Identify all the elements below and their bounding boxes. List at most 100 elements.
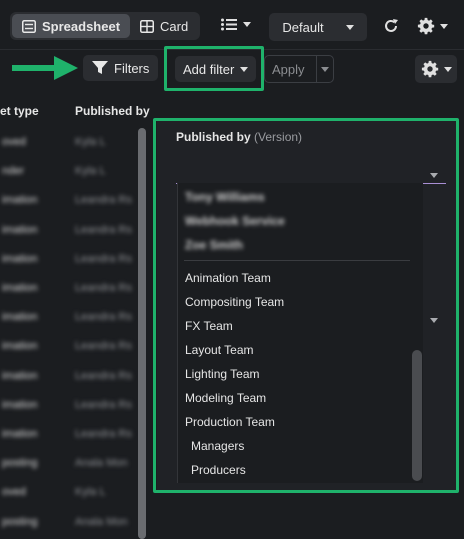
cell-type: oved (2, 486, 26, 499)
spreadsheet-icon (22, 19, 36, 33)
filter-field-name: Published by (176, 130, 251, 144)
cell-type: imation (2, 223, 38, 236)
dropdown-option-fx-team[interactable]: FX Team (185, 319, 233, 333)
cell-type: imation (2, 428, 38, 440)
cell-type: posting (2, 515, 38, 528)
chevron-down-icon (430, 173, 438, 178)
dropdown-scrollbar[interactable] (412, 350, 422, 481)
table-row[interactable]: oved Kyla L (0, 478, 140, 508)
filters-button[interactable]: Filters (83, 55, 159, 81)
chevron-down-icon (430, 318, 438, 323)
top-toolbar: Spreadsheet Card Default (0, 0, 464, 50)
card-view-label: Card (160, 18, 189, 34)
cell-type: imation (2, 398, 38, 411)
add-filter-button[interactable]: Add filter (175, 56, 257, 82)
cell-published-by: Leandra Rs (75, 223, 132, 236)
table-row[interactable]: imation Leandra Rs (0, 303, 140, 333)
table-header: et type Published by (0, 100, 155, 122)
table-scrollbar[interactable] (138, 128, 146, 539)
list-icon (221, 18, 237, 31)
dropdown-option-managers[interactable]: Managers (191, 439, 244, 453)
table-row[interactable]: posting Anala Mon (0, 449, 140, 479)
filter-settings-button[interactable] (415, 55, 457, 83)
column-header-published-by[interactable]: Published by (75, 104, 150, 118)
dropdown-option-animation-team[interactable]: Animation Team (185, 271, 271, 285)
gear-icon (417, 17, 435, 35)
dropdown-divider (184, 260, 410, 261)
cell-published-by: Kyla L (75, 486, 106, 499)
table-row[interactable]: imation Leandra Rs (0, 332, 140, 362)
refresh-icon (385, 19, 398, 32)
table-row[interactable]: imation Leandra Rs (0, 245, 140, 275)
filter-field-entity: (Version) (254, 130, 303, 144)
table-row[interactable]: imation Leandra Rs (0, 362, 140, 392)
add-filter-label: Add filter (183, 61, 235, 77)
chevron-down-icon (345, 24, 354, 30)
cell-published-by: Leandra Rs (75, 311, 132, 324)
cell-published-by: Leandra Rs (75, 398, 132, 411)
cell-published-by: Leandra Rs (75, 340, 132, 353)
dropdown-option[interactable]: Webhook Service (185, 214, 285, 228)
table-row[interactable]: imation Leandra Rs (0, 186, 140, 216)
cell-type: oved (2, 136, 26, 148)
filter-field-label: Published by (Version) (176, 130, 302, 144)
chevron-down-icon (321, 66, 329, 72)
preset-select[interactable]: Default (269, 13, 367, 41)
cell-type: posting (2, 457, 38, 470)
chevron-down-icon (440, 23, 448, 29)
dropdown-option-lighting-team[interactable]: Lighting Team (185, 367, 260, 381)
settings-menu-button[interactable] (417, 17, 448, 35)
cell-type: imation (2, 252, 38, 265)
spreadsheet-view-button[interactable]: Spreadsheet (12, 14, 131, 38)
table-row[interactable]: imation Leandra Rs (0, 274, 140, 304)
cell-type: imation (2, 369, 38, 382)
cell-published-by: Kyla L (75, 165, 106, 178)
dropdown-option-producers[interactable]: Producers (191, 463, 246, 477)
cell-published-by: Leandra Rs (75, 194, 132, 207)
table-row[interactable]: nder Kyla L (0, 157, 140, 187)
filter-funnel-icon (92, 61, 108, 74)
spreadsheet-view-label: Spreadsheet (42, 18, 121, 34)
apply-button[interactable]: Apply (264, 55, 334, 83)
cell-type: imation (2, 311, 38, 324)
cell-type: imation (2, 340, 38, 353)
view-toggle: Spreadsheet Card (10, 12, 201, 40)
cell-published-by: Anala Mon (75, 457, 128, 470)
dropdown-option-modeling-team[interactable]: Modeling Team (185, 391, 266, 405)
published-by-dropdown: Tony Williams Webhook Service Zoe Smith … (177, 183, 423, 483)
table-row[interactable]: oved Kyla L (0, 128, 140, 158)
cell-published-by: Leandra Rs (75, 252, 132, 265)
dropdown-option-production-team[interactable]: Production Team (185, 415, 275, 429)
secondary-select-toggle[interactable] (430, 310, 438, 328)
table-row[interactable]: imation Leandra Rs (0, 420, 140, 450)
dropdown-option[interactable]: Tony Williams (185, 190, 265, 204)
cell-type: imation (2, 282, 38, 294)
dropdown-option[interactable]: Zoe Smith (185, 238, 243, 252)
pointer-arrow-icon (12, 56, 78, 80)
cell-published-by: Leandra Rs (75, 282, 132, 294)
column-header-type[interactable]: et type (0, 104, 39, 118)
table-row[interactable]: imation Leandra Rs (0, 391, 140, 421)
chevron-down-icon (443, 66, 452, 72)
gear-icon (421, 60, 438, 78)
cell-type: imation (2, 194, 38, 207)
card-view-button[interactable]: Card (130, 14, 198, 38)
dropdown-option-layout-team[interactable]: Layout Team (185, 343, 254, 357)
cell-published-by: Leandra Rs (75, 428, 132, 440)
filter-select-toggle[interactable] (430, 165, 438, 183)
cell-published-by: Leandra Rs (75, 369, 132, 382)
table-row[interactable]: imation Leandra Rs (0, 216, 140, 246)
card-grid-icon (140, 19, 155, 33)
preset-select-value: Default (282, 19, 324, 35)
apply-label: Apply (265, 56, 317, 82)
dropdown-option-compositing-team[interactable]: Compositing Team (185, 295, 284, 309)
cell-published-by: Kyla L (75, 136, 106, 148)
cell-type: nder (2, 165, 25, 178)
filters-label: Filters (114, 60, 150, 76)
refresh-button[interactable] (383, 18, 399, 34)
table-row[interactable]: posting Anala Mon (0, 508, 140, 538)
chevron-down-icon (240, 66, 249, 72)
chevron-down-icon (243, 22, 251, 27)
group-list-button[interactable] (221, 18, 251, 31)
cell-published-by: Anala Mon (75, 515, 128, 528)
